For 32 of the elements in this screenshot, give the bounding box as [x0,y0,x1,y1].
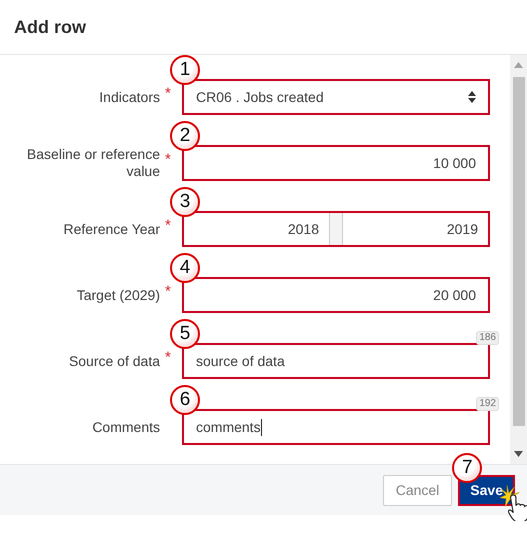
numbered-callout: 7 [452,452,482,482]
numbered-callout: 4 [170,253,200,283]
scroll-thumb[interactable] [512,77,524,426]
up-down-caret-icon [468,91,476,103]
field-label: Indicators [98,88,160,106]
required-marker: * [164,348,172,366]
numbered-callout: 2 [170,121,200,151]
required-marker: * [164,150,172,168]
field-label: Source of data [68,352,160,370]
required-marker: * [164,282,172,300]
field-label: Baseline or reference value [26,146,160,180]
number-field[interactable]: 20 000 [182,277,490,313]
required-marker: * [164,84,172,102]
scroll-down-icon[interactable] [514,451,523,457]
dialog-title: Add row [14,16,86,38]
scroll-up-icon[interactable] [514,62,523,68]
field-label: Target (2029) [76,286,160,304]
field-label: Reference Year [62,220,160,238]
field-label: Comments [91,418,160,436]
text-field[interactable]: comments [182,409,490,445]
character-counter: 186 [476,331,499,345]
character-counter: 192 [476,397,499,411]
indicator-select[interactable]: CR06 . Jobs created [182,79,490,115]
numbered-callout: 5 [170,319,200,349]
text-field[interactable]: source of data [182,343,490,379]
cancel-button[interactable]: Cancel [382,474,452,506]
numbered-callout: 6 [170,385,200,415]
scrollbar[interactable] [510,55,527,464]
numbered-callout: 1 [170,55,200,85]
required-marker: * [164,216,172,234]
numbered-callout: 3 [170,187,200,217]
number-field[interactable]: 10 000 [182,145,490,181]
